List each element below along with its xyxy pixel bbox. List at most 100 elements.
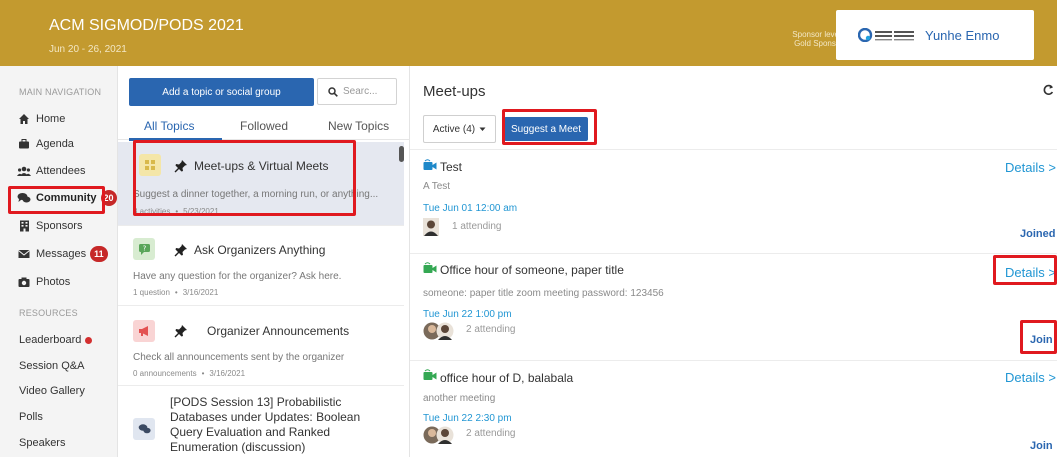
resources-heading: RESOURCES [19,308,78,318]
active-filter-label: Active (4) [432,123,476,135]
nav-item-messages[interactable]: Messages 11 [17,243,113,265]
nav-item-photos[interactable]: Photos [17,271,113,293]
nav-item-sponsors[interactable]: Sponsors [17,215,113,237]
attending-count: 1 attending [452,221,502,232]
details-link[interactable]: Details > [1005,160,1056,175]
topic-meta: 0 announcements • 3/16/2021 [133,369,246,378]
megaphone-icon [133,320,155,342]
topic-date: 3/16/2021 [209,369,246,378]
attending-count: 2 attending [466,324,516,335]
meetup-item-office-hour-someone[interactable]: Office hour of someone, paper title some… [410,254,1057,361]
tab-followed[interactable]: Followed [240,119,288,133]
topic-description: Check all announcements sent by the orga… [133,352,345,363]
sponsor-card[interactable]: Yunhe Enmo [836,10,1034,60]
topics-panel: Add a topic or social group Searc... All… [118,66,410,457]
meetup-time: Tue Jun 01 12:00 am [423,203,518,214]
active-filter-dropdown[interactable]: Active (4) [423,115,496,143]
nav-item-speakers[interactable]: Speakers [19,432,115,454]
envelope-icon [17,247,31,261]
topic-title: Meet-ups & Virtual Meets [194,159,329,173]
nav-item-session-qa[interactable]: Session Q&A [19,355,115,377]
conference-title[interactable]: ACM SIGMOD/PODS 2021 [49,17,244,35]
joined-status[interactable]: Joined [1020,228,1055,240]
briefcase-icon [17,137,31,151]
nav-item-photos-label: Photos [36,276,71,288]
topic-item-pods-session-13[interactable]: [PODS Session 13] Probabilistic Database… [118,386,404,457]
nav-item-attendees-label: Attendees [36,165,86,177]
meetups-title: Meet-ups [423,83,486,100]
refresh-icon[interactable] [1043,84,1054,96]
nav-item-agenda-label: Agenda [36,138,74,150]
add-topic-button[interactable]: Add a topic or social group [129,78,314,106]
meetup-description: someone: paper title zoom meeting passwo… [423,288,664,299]
question-chat-icon: ? [133,238,155,260]
topics-scrollbar[interactable] [399,146,404,162]
leaderboard-notification-dot [85,336,93,344]
sponsor-name[interactable]: Yunhe Enmo [925,28,999,43]
topic-date: 5/23/2021 [183,207,219,216]
nav-item-sponsors-label: Sponsors [36,220,83,232]
tab-new-topics[interactable]: New Topics [328,119,389,133]
topic-item-announcements[interactable]: Organizer Announcements Check all announ… [118,306,404,386]
meetup-group-icon [139,154,161,176]
topic-item-meetups[interactable]: Meet-ups & Virtual Meets Suggest a dinne… [118,142,404,226]
nav-item-attendees[interactable]: Attendees [17,160,113,182]
meetup-title: Test [440,160,463,174]
svg-text:?: ? [142,245,146,253]
attendee-avatars [423,426,455,444]
meetup-time: Tue Jun 22 2:30 pm [423,413,512,424]
topic-title: [PODS Session 13] Probabilistic Database… [170,395,361,454]
meetup-item-test[interactable]: Test A Test Tue Jun 01 12:00 am 1 attend… [410,151,1057,254]
pin-icon [174,325,187,338]
search-icon [328,86,338,97]
topic-item-ask-organizers[interactable]: ? Ask Organizers Anything Have any quest… [118,226,404,306]
nav-item-community-label: Community [36,192,97,204]
topic-title: Organizer Announcements [207,324,350,338]
yunhe-enmo-logo [858,28,914,42]
app-window: ACM SIGMOD/PODS 2021 Jun 20 - 26, 2021 S… [0,0,1057,457]
topic-date: 3/16/2021 [182,288,219,297]
topic-tabs: All Topics Followed New Topics [118,108,410,141]
attending-count: 2 attending [466,428,516,439]
join-button[interactable]: Join [1030,334,1053,346]
video-camera-icon [423,159,437,170]
tab-all-topics[interactable]: All Topics [144,119,194,133]
discussion-icon [133,418,155,440]
meetups-toolbar: Active (4) Suggest a Meet [410,110,1057,150]
topic-count: 0 announcements [133,369,197,378]
topic-description: Have any question for the organizer? Ask… [133,271,342,282]
topic-count: 1 question [133,288,170,297]
video-camera-icon [423,369,437,380]
avatar [423,322,454,340]
meetup-time: Tue Jun 22 1:00 pm [423,309,512,320]
suggest-meet-button[interactable]: Suggest a Meet [504,117,588,141]
nav-item-community[interactable]: Community 20 [17,187,117,209]
pin-icon [174,160,187,173]
building-icon [17,219,31,233]
nav-item-polls[interactable]: Polls [19,406,115,428]
topic-meta: 3 activities • 5/23/2021 [133,207,219,216]
nav-item-home[interactable]: Home [17,108,113,130]
main-navigation: MAIN NAVIGATION Home Agenda Attendees Co… [0,66,118,457]
nav-item-speakers-label: Speakers [19,437,66,449]
topic-title: Ask Organizers Anything [194,243,326,257]
meetup-title: office hour of D, balabala [440,371,574,385]
avatar [423,218,439,236]
nav-item-leaderboard[interactable]: Leaderboard [19,329,115,351]
meetup-description: A Test [423,181,451,192]
topic-search-input[interactable]: Searc... [317,78,397,105]
details-link[interactable]: Details > [1005,265,1056,280]
nav-item-leaderboard-label: Leaderboard [19,334,82,346]
chevron-down-icon [479,127,486,131]
meetup-title: Office hour of someone, paper title [440,263,624,277]
search-placeholder: Searc... [343,86,378,97]
meetups-panel: Meet-ups Active (4) Suggest a Meet Test … [410,66,1057,457]
details-link[interactable]: Details > [1005,370,1056,385]
camera-icon [17,275,31,289]
nav-item-agenda[interactable]: Agenda [17,133,113,155]
nav-item-session-qa-label: Session Q&A [19,360,85,372]
join-button[interactable]: Join [1030,440,1053,452]
nav-item-video-gallery[interactable]: Video Gallery [19,380,115,402]
pin-icon [174,244,187,257]
meetup-item-office-hour-d[interactable]: office hour of D, balabala another meeti… [410,361,1057,457]
